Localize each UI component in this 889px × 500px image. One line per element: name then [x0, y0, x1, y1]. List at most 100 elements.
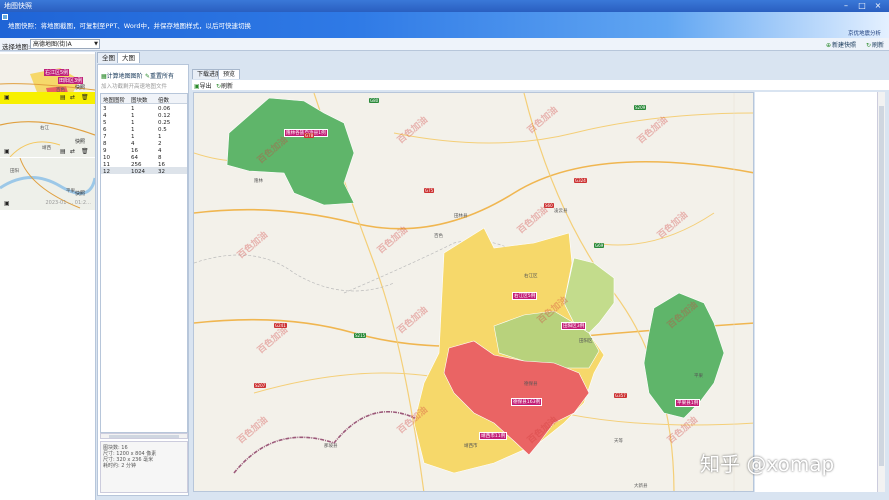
snapshot-row[interactable]: ▣ 2023-01-… 01:2… [0, 198, 95, 209]
scrollbar-thumb[interactable] [879, 106, 884, 466]
place-name: 凌云县 [554, 209, 568, 214]
export-button[interactable]: ▣导出 [194, 81, 212, 90]
case-count-label: 右江区5例 [512, 292, 538, 300]
horizontal-scrollbar[interactable] [100, 433, 188, 439]
banner-description: 地图快照：将地图截图，可复制至PPT、Word中，并保存地图样式，以后可快速切换 [8, 22, 252, 30]
window-title: 地图快照 [4, 2, 32, 10]
new-snapshot-button[interactable]: ⊕新建快照 [826, 40, 856, 49]
road-shield: G69 [594, 243, 605, 248]
tab-big-map[interactable]: 大图 [117, 52, 140, 63]
thumbnail-place: 田阳 [10, 169, 19, 174]
table-cell: 1 [131, 106, 135, 112]
swap-icon[interactable]: ⇄ [70, 94, 75, 101]
table-cell: 0.12 [158, 113, 171, 119]
snapshot-row-selected[interactable]: ▣ ▤ ⇄ 🗑 [0, 92, 95, 104]
road-shield: S209 [634, 105, 647, 110]
road-shield: S207 [254, 383, 267, 388]
case-count-label: 平果县1例 [675, 399, 701, 407]
table-header: 地图图阶 图块数 倍数 [101, 94, 187, 104]
case-count-label: 德保县163例 [511, 398, 543, 406]
table-cell: 11 [103, 162, 110, 168]
reset-all-button[interactable]: ✎重置所有 [145, 71, 174, 80]
export-label: 导出 [199, 83, 212, 90]
table-cell: 8 [103, 141, 107, 147]
table-cell: 1 [131, 120, 135, 126]
place-name: 平果 [694, 374, 703, 379]
table-cell: 8 [158, 155, 162, 161]
plus-icon: ⊕ [826, 42, 832, 49]
calc-level-label: 计算地图图阶 [106, 73, 143, 80]
watermark-brand: 知乎 @xomap [700, 452, 835, 476]
map-select-value: 高德地图(街)A [33, 41, 72, 48]
refresh-button[interactable]: ↻刷新 [866, 40, 884, 49]
close-button[interactable]: × [872, 0, 884, 11]
banner-link[interactable]: 京优地震分析 [848, 29, 881, 37]
table-cell: 4 [103, 113, 107, 119]
map-refresh-button[interactable]: ↻刷新 [216, 81, 233, 90]
map-preview[interactable]: 隆林各族自治县1例右江区5例田阳区3例德保县163例靖西市11例平果县1例百色加… [193, 92, 754, 492]
title-bar: 地图快照 – □ × [0, 0, 889, 12]
column-header: 倍数 [158, 98, 170, 104]
column-header: 地图图阶 [103, 98, 126, 104]
road-shield: G75 [424, 188, 435, 193]
snapshot-list: 右江区5例 田阳区3例 百色 快照 ▣ ▤ ⇄ 🗑 右江 靖西 快照 ▣ ▤ ⇄… [0, 52, 96, 500]
snapshot-row[interactable]: ▣ ▤ ⇄ 🗑 [0, 146, 95, 157]
tab-preview[interactable]: 预览 [218, 69, 241, 79]
select-map-label: 选择地图: [2, 43, 31, 51]
scrollbar-thumb[interactable] [109, 435, 179, 438]
tile-level-panel: ▦计算地图图阶 ✎重置所有 加入功截剩开高速地图文件 地图图阶 图块数 倍数 3… [97, 64, 189, 496]
road-shield: G241 [274, 323, 287, 328]
table-cell: 9 [103, 148, 107, 154]
maximize-button[interactable]: □ [856, 0, 868, 11]
table-cell: 5 [103, 120, 107, 126]
place-name: 大新县 [634, 484, 648, 489]
map-margin [755, 92, 877, 492]
place-name: 靖西市 [464, 444, 478, 449]
table-cell: 1024 [131, 169, 145, 175]
map-icon: ▣ [4, 148, 10, 155]
table-cell: 1 [131, 134, 135, 140]
calc-level-button[interactable]: ▦计算地图图阶 [101, 71, 143, 80]
case-count-label: 靖西市11例 [479, 432, 508, 440]
map-refresh-label: 刷新 [221, 83, 234, 90]
table-cell: 256 [131, 162, 142, 168]
level-table[interactable]: 地图图阶 图块数 倍数 3 1 0.06 4 1 0.12 5 1 0.25 6 1 0.5 7 1 1 8 4… [100, 93, 188, 433]
thumbnail-place: 右江 [40, 126, 49, 131]
road-shield: G80 [369, 98, 380, 103]
image-icon[interactable]: ▤ [60, 94, 66, 101]
snapshot-action[interactable]: 快照 [75, 138, 85, 145]
place-name: 田林县 [454, 214, 468, 219]
table-cell: 0.5 [158, 127, 167, 133]
table-cell: 6 [103, 127, 107, 133]
table-cell: 0.25 [158, 120, 171, 126]
table-cell: 1 [131, 127, 135, 133]
snapshot-action[interactable]: 快照 [75, 190, 85, 197]
road-shield: G78 [304, 133, 315, 138]
table-cell: 32 [158, 169, 165, 175]
place-name: 田阳区 [579, 339, 593, 344]
table-cell: 4 [158, 148, 162, 154]
minimize-button[interactable]: – [840, 0, 852, 11]
vertical-scrollbar[interactable] [877, 92, 885, 492]
place-name: 隆林 [254, 179, 263, 184]
snapshot-date: 2023-01-… 01:2… [45, 200, 91, 206]
view-tabs: 全图 大图 [97, 52, 889, 63]
snapshot-action[interactable]: 快照 [75, 84, 85, 91]
swap-icon[interactable]: ⇄ [70, 148, 75, 155]
table-cell: 16 [131, 148, 138, 154]
road-shield: G324 [574, 178, 587, 183]
new-snapshot-label: 新建快照 [832, 42, 857, 49]
map-select[interactable]: 高德地图(街)A ▼ [30, 39, 100, 49]
road-shield: S60 [544, 203, 554, 208]
delete-icon[interactable]: 🗑 [81, 94, 89, 101]
reset-all-label: 重置所有 [150, 73, 175, 80]
table-cell: 1 [158, 134, 162, 140]
refresh-icon: ↻ [866, 42, 872, 49]
table-cell: 64 [131, 155, 138, 161]
info-line: 耗时约: 2 分钟 [103, 463, 137, 469]
delete-icon[interactable]: 🗑 [81, 148, 89, 155]
hint-text: 加入功截剩开高速地图文件 [101, 84, 168, 90]
map-icon: ▣ [4, 200, 10, 207]
image-icon[interactable]: ▤ [60, 148, 66, 155]
place-name: 百色 [434, 234, 443, 239]
